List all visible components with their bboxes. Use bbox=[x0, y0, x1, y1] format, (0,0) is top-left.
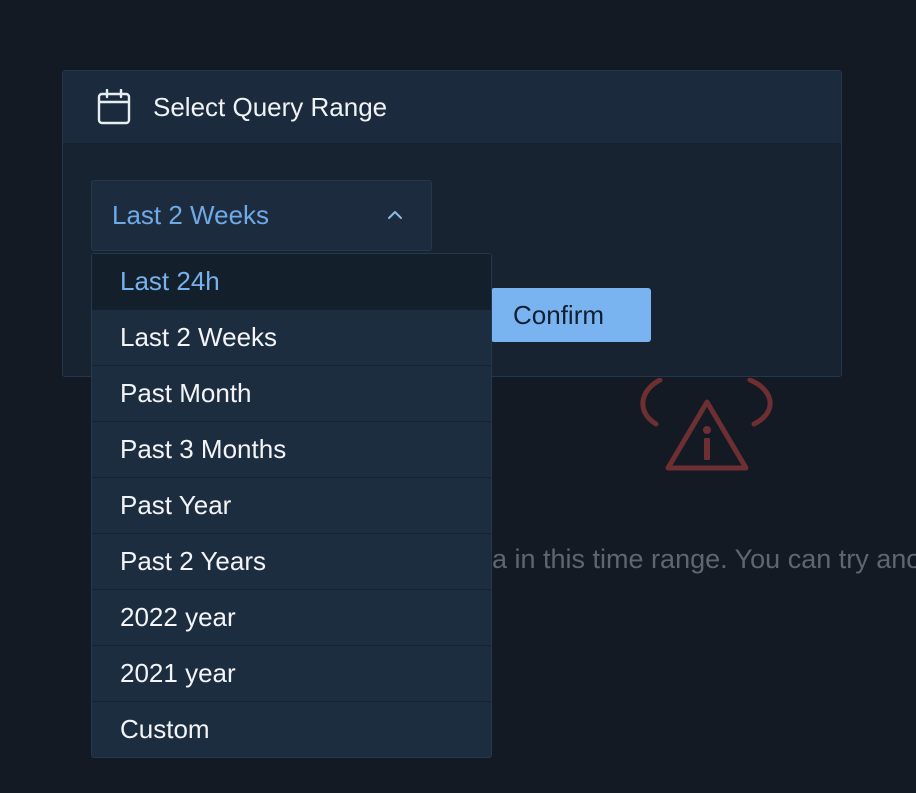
range-option-last-24h[interactable]: Last 24h bbox=[92, 254, 491, 310]
range-option-past-3-months[interactable]: Past 3 Months bbox=[92, 422, 491, 478]
range-select-value: Last 2 Weeks bbox=[112, 200, 270, 230]
range-option-past-month[interactable]: Past Month bbox=[92, 366, 491, 422]
range-option-past-year[interactable]: Past Year bbox=[92, 478, 491, 534]
range-options-dropdown: Last 24h Last 2 Weeks Past Month Past 3 … bbox=[91, 253, 492, 758]
range-select[interactable]: Last 2 Weeks bbox=[91, 180, 432, 251]
cloud-warning-icon bbox=[640, 378, 773, 471]
range-option-last-2-weeks[interactable]: Last 2 Weeks bbox=[92, 310, 491, 366]
range-option-past-2-years[interactable]: Past 2 Years bbox=[92, 534, 491, 590]
modal-header: Select Query Range bbox=[63, 71, 841, 143]
calendar-icon bbox=[97, 89, 131, 125]
empty-state-message-text: a in this time range. You can try anot bbox=[492, 544, 916, 574]
range-option-2021-year[interactable]: 2021 year bbox=[92, 646, 491, 702]
range-option-custom[interactable]: Custom bbox=[92, 702, 491, 757]
range-option-2022-year[interactable]: 2022 year bbox=[92, 590, 491, 646]
chevron-up-icon bbox=[388, 211, 402, 219]
modal-title: Select Query Range bbox=[153, 91, 388, 122]
confirm-button[interactable]: Confirm bbox=[491, 288, 651, 342]
